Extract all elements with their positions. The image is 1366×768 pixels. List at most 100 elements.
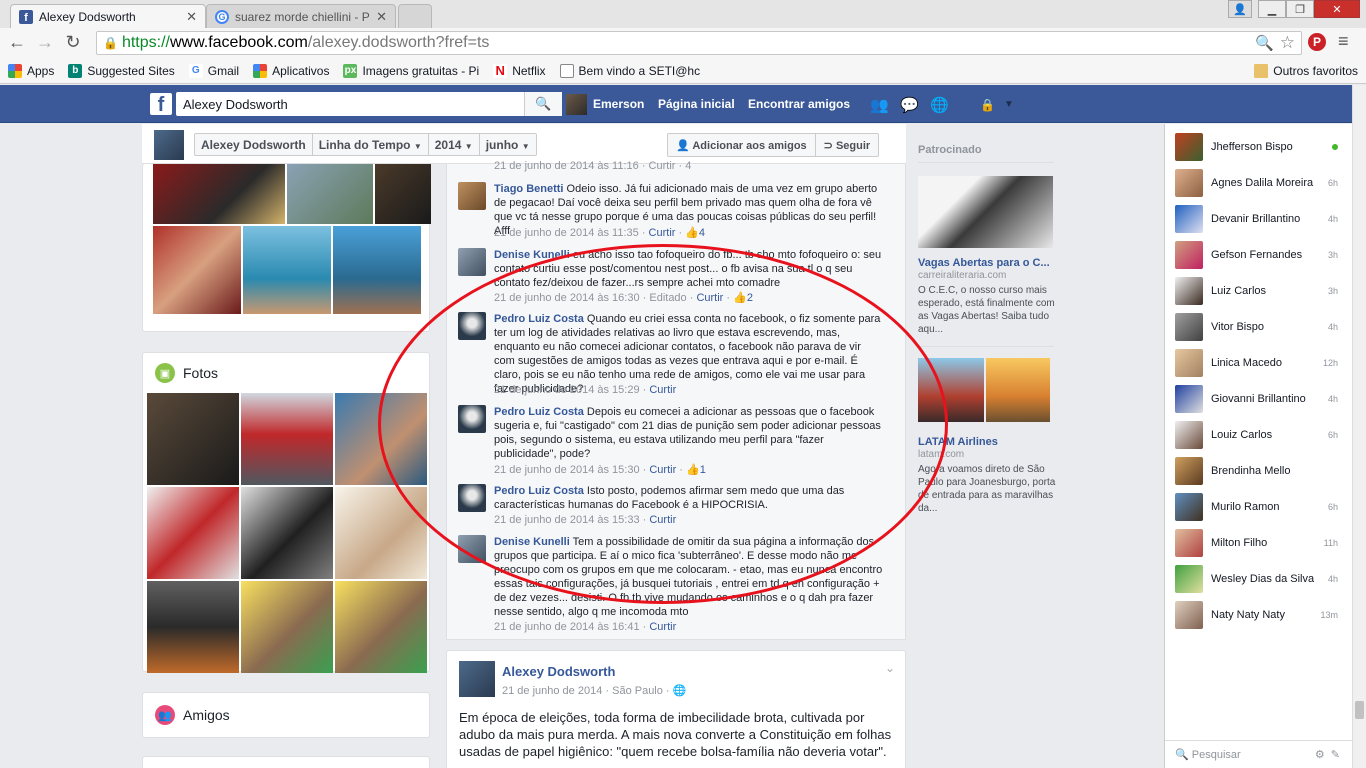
photo-thumbnail[interactable]: [153, 164, 285, 224]
commenter-name[interactable]: Pedro Luiz Costa: [494, 406, 584, 418]
search-icon[interactable]: 🔍: [524, 92, 562, 116]
photo-thumbnail[interactable]: [335, 487, 427, 579]
chat-contact[interactable]: Jhefferson Bispo: [1165, 129, 1352, 165]
reload-icon[interactable]: ↻: [62, 32, 84, 53]
comment-time[interactable]: 21 de junho de 2014 às 11:35: [494, 227, 639, 239]
chat-contact[interactable]: Brendinha Mello: [1165, 453, 1352, 489]
ad-title[interactable]: Vagas Abertas para o C...: [918, 257, 1050, 269]
facebook-logo-icon[interactable]: f: [150, 93, 172, 115]
tab-close-icon[interactable]: ✕: [186, 9, 197, 25]
year-dropdown[interactable]: 2014 ▼: [429, 134, 480, 155]
nav-find-friends[interactable]: Encontrar amigos: [748, 97, 850, 111]
chat-contact[interactable]: Agnes Dalila Moreira 6h: [1165, 165, 1352, 201]
photo-thumbnail[interactable]: [243, 226, 331, 314]
comment-like-link[interactable]: Curtir: [649, 464, 676, 476]
comment-like-link[interactable]: Curtir: [649, 227, 676, 239]
comment-like-count[interactable]: 1: [700, 464, 706, 476]
zoom-icon[interactable]: 🔍: [1255, 34, 1274, 52]
account-menu-chevron-icon[interactable]: ▼: [1004, 99, 1014, 110]
commenter-avatar[interactable]: [458, 312, 486, 340]
photo-thumbnail[interactable]: [333, 226, 421, 314]
profile-icon[interactable]: 👤: [1228, 0, 1252, 18]
bookmark-apps[interactable]: Apps: [8, 63, 54, 78]
photo-thumbnail[interactable]: [147, 487, 239, 579]
bookmark-netflix[interactable]: N Netflix: [493, 63, 546, 78]
comment-time[interactable]: 21 de junho de 2014 às 15:33: [494, 514, 640, 526]
commenter-name[interactable]: Denise Kunelli: [494, 249, 570, 261]
ad-image[interactable]: [918, 358, 984, 422]
bookmark-aplicativos[interactable]: Aplicativos: [253, 63, 329, 78]
friend-requests-icon[interactable]: 👥: [870, 96, 889, 114]
commenter-name[interactable]: Tiago Benetti: [494, 183, 563, 195]
comment-like-link[interactable]: Curtir: [649, 621, 676, 633]
minimize-icon[interactable]: ▁: [1258, 0, 1286, 18]
add-friend-button[interactable]: 👤 Adicionar aos amigos: [668, 134, 816, 156]
user-avatar[interactable]: [566, 94, 587, 115]
commenter-avatar[interactable]: [458, 248, 486, 276]
comment-like-link[interactable]: Curtir: [696, 292, 723, 304]
commenter-avatar[interactable]: [458, 182, 486, 210]
commenter-name[interactable]: Pedro Luiz Costa: [494, 485, 584, 497]
forward-icon[interactable]: →: [34, 32, 56, 53]
photo-thumbnail[interactable]: [153, 226, 241, 314]
comment-like-count[interactable]: 2: [747, 292, 753, 304]
chat-search[interactable]: 🔍 Pesquisar ⚙ ✎: [1165, 740, 1352, 768]
new-tab-button[interactable]: [398, 4, 432, 28]
photo-thumbnail[interactable]: [287, 164, 373, 224]
notifications-globe-icon[interactable]: 🌐: [930, 96, 949, 114]
post-options-chevron-icon[interactable]: ⌄: [885, 661, 895, 675]
month-dropdown[interactable]: junho ▼: [480, 134, 536, 155]
pinterest-extension-icon[interactable]: P: [1308, 33, 1326, 51]
nav-user-profile[interactable]: Emerson: [593, 97, 644, 111]
chat-contact[interactable]: Linica Macedo 12h: [1165, 345, 1352, 381]
page-scrollbar[interactable]: [1352, 85, 1366, 768]
chat-contact[interactable]: Luiz Carlos 3h: [1165, 273, 1352, 309]
ad-domain[interactable]: carreiraliteraria.com: [918, 270, 1006, 281]
post-location[interactable]: São Paulo: [612, 685, 663, 697]
photo-thumbnail[interactable]: [147, 393, 239, 485]
post-date[interactable]: 21 de junho de 2014: [502, 685, 602, 697]
photo-thumbnail[interactable]: [375, 164, 431, 224]
commenter-name[interactable]: Denise Kunelli: [494, 536, 570, 548]
photo-thumbnail[interactable]: [335, 581, 427, 673]
chat-contact[interactable]: Naty Naty Naty 13m: [1165, 597, 1352, 633]
bookmark-suggested-sites[interactable]: b Suggested Sites: [68, 63, 175, 78]
maximize-icon[interactable]: ❐: [1286, 0, 1314, 18]
ad-title[interactable]: LATAM Airlines: [918, 436, 998, 448]
ad-image[interactable]: [918, 176, 1053, 248]
ad-domain[interactable]: latam.com: [918, 449, 964, 460]
photo-thumbnail[interactable]: [241, 581, 333, 673]
comment-edited-label[interactable]: Editado: [649, 292, 686, 304]
commenter-avatar[interactable]: [458, 405, 486, 433]
profile-thumbnail[interactable]: [154, 130, 184, 160]
privacy-lock-icon[interactable]: 🔒: [980, 98, 995, 112]
commenter-name[interactable]: Pedro Luiz Costa: [494, 313, 584, 325]
post-author-avatar[interactable]: [459, 661, 495, 697]
photo-thumbnail[interactable]: [241, 393, 333, 485]
photos-title[interactable]: Fotos: [183, 365, 218, 381]
comment-time[interactable]: 21 de junho de 2014 às 16:41: [494, 621, 640, 633]
browser-tab[interactable]: G suarez morde chiellini - Pe ✕: [206, 4, 396, 28]
chat-contact[interactable]: Wesley Dias da Silva 4h: [1165, 561, 1352, 597]
post-author-name[interactable]: Alexey Dodsworth: [502, 664, 615, 679]
tab-close-icon[interactable]: ✕: [376, 9, 387, 25]
follow-button[interactable]: ⊃ Seguir: [816, 134, 879, 156]
bookmark-gmail[interactable]: G Gmail: [188, 63, 239, 78]
comment-like-link[interactable]: Curtir: [649, 514, 676, 526]
friends-title[interactable]: Amigos: [183, 707, 230, 723]
commenter-avatar[interactable]: [458, 535, 486, 563]
profile-name-link[interactable]: Alexey Dodsworth: [195, 134, 313, 155]
chat-contact[interactable]: Murilo Ramon 6h: [1165, 489, 1352, 525]
chat-contact[interactable]: Devanir Brillantino 4h: [1165, 201, 1352, 237]
address-bar[interactable]: 🔒 https:// www.facebook.com /alexey.dods…: [96, 31, 1302, 55]
comment-time[interactable]: 21 de junho de 2014 às 16:30: [494, 292, 640, 304]
window-close-icon[interactable]: ✕: [1314, 0, 1360, 18]
commenter-avatar[interactable]: [458, 484, 486, 512]
messages-icon[interactable]: 💬: [900, 96, 919, 114]
photo-thumbnail[interactable]: [335, 393, 427, 485]
comment-like-count[interactable]: 4: [699, 227, 705, 239]
back-icon[interactable]: ←: [6, 32, 28, 53]
bookmark-imagens-gratuitas[interactable]: px Imagens gratuitas - Pi: [343, 63, 479, 78]
ad-image[interactable]: [986, 358, 1050, 422]
chat-contact[interactable]: Louiz Carlos 6h: [1165, 417, 1352, 453]
